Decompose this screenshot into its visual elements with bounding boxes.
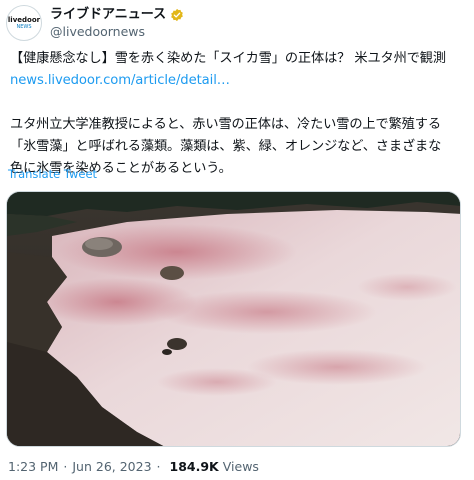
views-count: 184.9K — [169, 459, 219, 474]
views-label: Views — [222, 459, 259, 474]
article-link[interactable]: news.livedoor.com/article/detail… — [10, 70, 468, 92]
tweet-meta: 1:23 PM · Jun 26, 2023 · 184.9K Views — [8, 459, 259, 474]
translate-tweet-link[interactable]: Translate Tweet — [8, 167, 97, 181]
author-names: ライブドアニュース @livedoornews — [50, 7, 184, 40]
separator: · — [156, 459, 161, 474]
display-name-row: ライブドアニュース — [50, 7, 184, 23]
avatar[interactable]: livedoor NEWS — [6, 5, 42, 41]
verified-badge-icon — [171, 8, 183, 21]
tweet-line-body-1: ユタ州立大学准教授によると、赤い雪の正体は、冷たい雪の上で繁殖する — [10, 117, 441, 132]
tweet-date[interactable]: Jun 26, 2023 — [72, 459, 151, 474]
tweet-photo[interactable] — [6, 191, 461, 447]
tweet-text: 【健康懸念なし】雪を赤く染めた「スイカ雪」の正体は？ 米ユタ州で観測 news.… — [10, 48, 468, 180]
watermelon-snow-photo — [7, 192, 460, 446]
display-name[interactable]: ライブドアニュース — [50, 7, 166, 23]
tweet-header: livedoor NEWS ライブドアニュース @livedoornews — [6, 4, 184, 42]
avatar-logo-text: livedoor — [7, 16, 41, 24]
separator: · — [63, 459, 68, 474]
avatar-logo-subtext: NEWS — [16, 24, 32, 30]
tweet-line-body-2: 「氷雪藻」と呼ばれる藻類。藻類は、紫、緑、オレンジなど、さまざまな — [10, 139, 442, 154]
tweet: livedoor NEWS ライブドアニュース @livedoornews 【健… — [0, 0, 474, 480]
handle[interactable]: @livedoornews — [50, 23, 184, 40]
tweet-line-headline: 【健康懸念なし】雪を赤く染めた「スイカ雪」の正体は？ 米ユタ州で観測 — [10, 51, 446, 66]
tweet-time[interactable]: 1:23 PM — [8, 459, 58, 474]
